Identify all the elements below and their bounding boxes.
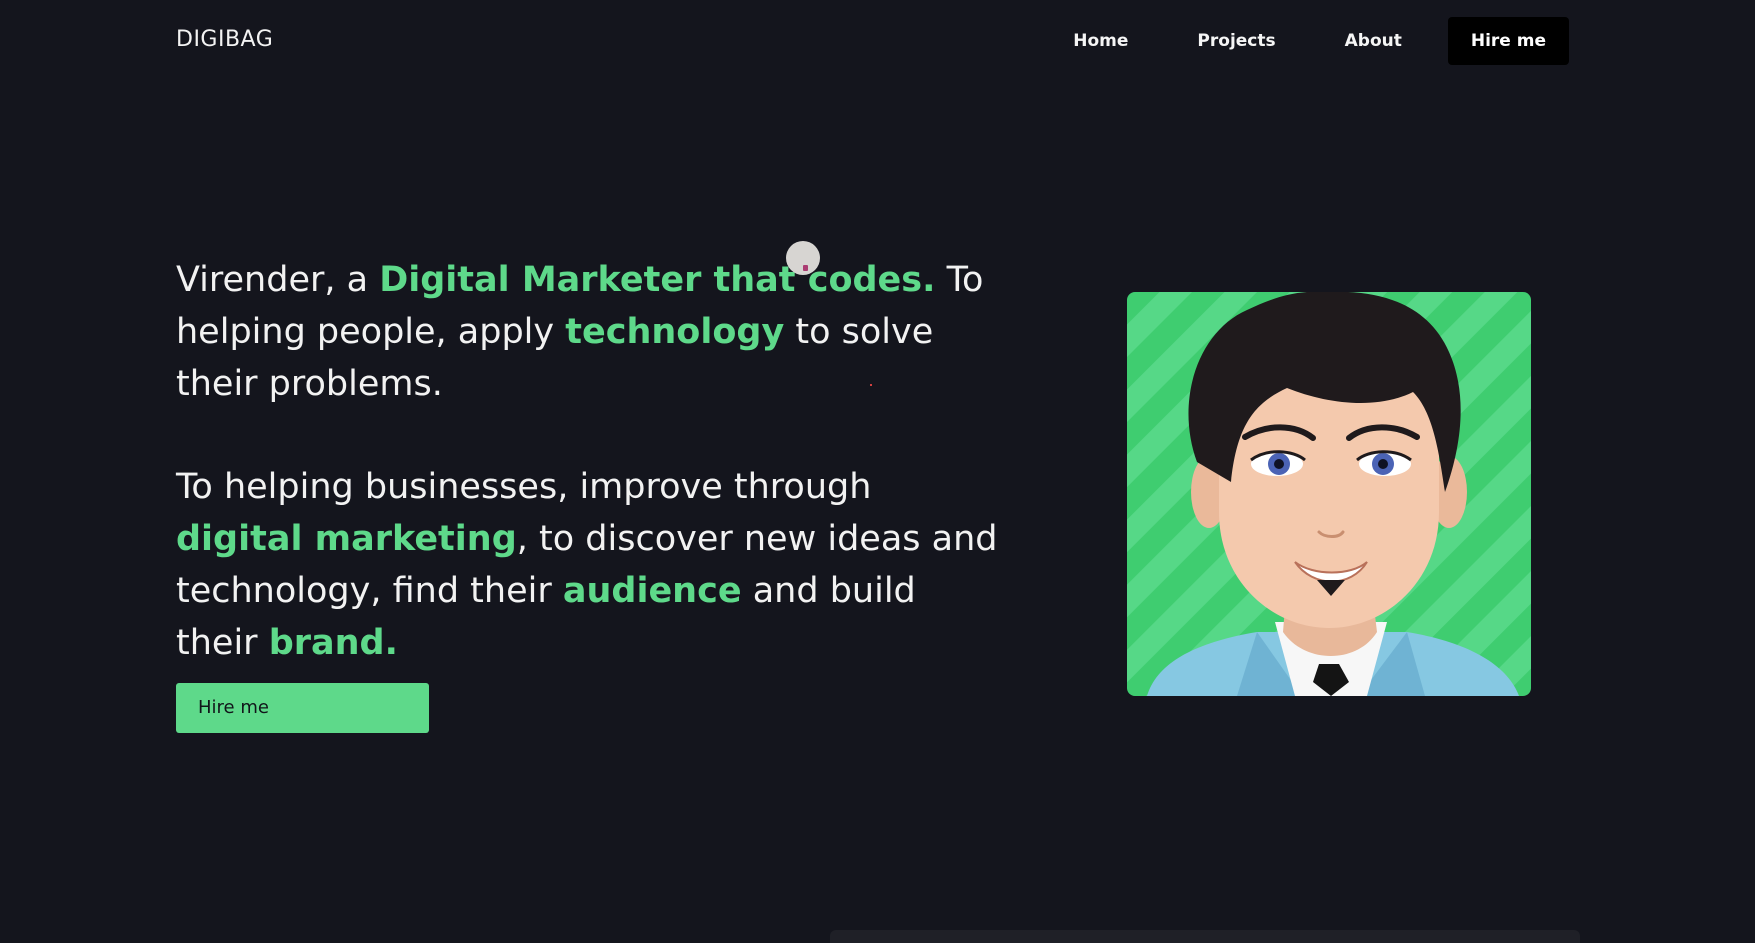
nav-about-link[interactable]: About (1345, 18, 1402, 64)
hero-highlight-role: Digital Marketer that codes. (379, 260, 936, 300)
hero-intro-paragraph: Virender, a Digital Marketer that codes.… (176, 254, 1006, 410)
hero-hire-me-button[interactable]: Hire me (176, 683, 429, 733)
hero-mission-paragraph: To helping businesses, improve through d… (176, 461, 1006, 669)
cartoon-man-avatar-icon (1127, 292, 1531, 696)
hero-mission-text-1: To helping businesses, improve through (176, 467, 872, 507)
nav-hire-me-button[interactable]: Hire me (1447, 17, 1569, 65)
hero-text: Virender, a Digital Marketer that codes.… (176, 254, 1006, 669)
site-logo[interactable]: DIGIBAG (176, 27, 273, 52)
avatar-image (1127, 292, 1531, 696)
hero-highlight-technology: technology (565, 312, 785, 352)
hero-intro-text-1: Virender, a (176, 260, 380, 300)
nav-home-link[interactable]: Home (1073, 18, 1128, 64)
next-section-card-edge (830, 930, 1580, 943)
mouse-cursor (786, 241, 820, 275)
hero-highlight-audience: audience (562, 571, 742, 611)
page: DIGIBAG Home Projects About Hire me Vire… (0, 0, 1755, 943)
hero-highlight-brand: brand. (268, 623, 398, 663)
nav-projects-link[interactable]: Projects (1197, 18, 1275, 64)
hero-highlight-digital-marketing: digital marketing (176, 519, 517, 559)
decorative-dot (870, 384, 872, 386)
top-nav: Home Projects About Hire me (1073, 17, 1569, 65)
